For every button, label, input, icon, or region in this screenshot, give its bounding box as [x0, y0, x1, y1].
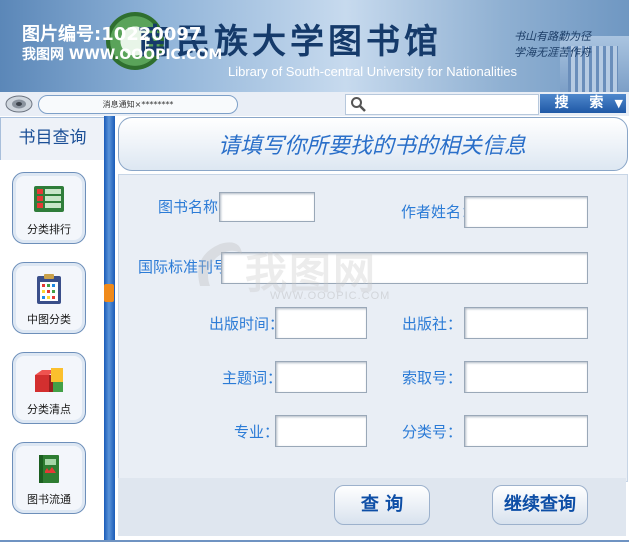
search-input[interactable] — [370, 96, 538, 113]
class-number-input[interactable] — [465, 416, 587, 446]
book-name-input[interactable] — [220, 193, 314, 221]
book-icon — [39, 455, 59, 483]
search-submit-button[interactable]: 查 询 — [334, 485, 430, 525]
header-banner: 南民族大学图书馆 Library of South-central Univer… — [0, 0, 629, 92]
author-input[interactable] — [465, 197, 587, 227]
isbn-input[interactable] — [222, 253, 587, 283]
ranking-list-icon — [34, 186, 64, 212]
divider-stripe — [104, 116, 115, 540]
class-number-label: 分类号： — [402, 423, 463, 441]
speaker-icon — [4, 94, 34, 114]
keyword-input[interactable] — [276, 362, 366, 392]
page-title: 请填写你所要找的书的相关信息 — [217, 134, 526, 159]
publisher-label: 出版社： — [402, 315, 463, 333]
sidebar-item-category-inventory[interactable]: 分类清点 — [12, 352, 86, 424]
bottom-border — [0, 540, 629, 542]
search-box[interactable] — [345, 94, 539, 115]
notice-label: 消息通知 — [102, 100, 135, 109]
motto-line-1: 书山有路勤为径 — [514, 30, 591, 43]
isbn-field[interactable] — [221, 252, 588, 284]
call-number-input[interactable] — [465, 362, 587, 392]
author-field[interactable] — [464, 196, 588, 228]
search-button-label: 搜 索 — [554, 95, 612, 111]
continue-search-button[interactable]: 继续查询 — [492, 485, 588, 525]
keyword-field[interactable] — [275, 361, 367, 393]
pub-date-input[interactable] — [276, 308, 366, 338]
sidebar-item-chinese-classification[interactable]: 中图分类 — [12, 262, 86, 334]
pub-date-label: 出版时间： — [209, 315, 285, 333]
notice-marquee[interactable]: 消息通知×******** — [38, 95, 238, 114]
sidebar-item-category-ranking[interactable]: 分类排行 — [12, 172, 86, 244]
major-field[interactable] — [275, 415, 367, 447]
sidebar-item-label: 图书流通 — [27, 493, 71, 506]
keyword-label: 主题词： — [222, 369, 283, 387]
book-name-field[interactable] — [219, 192, 315, 222]
sidebar-title[interactable]: 书目查询 — [0, 117, 105, 160]
publisher-field[interactable] — [464, 307, 588, 339]
site-watermark: 我图网 WWW.OOOPIC.COM — [22, 47, 223, 63]
sidebar-item-label: 中图分类 — [27, 313, 71, 326]
collapse-handle[interactable] — [104, 284, 114, 302]
call-number-label: 索取号： — [402, 369, 463, 387]
class-number-field[interactable] — [464, 415, 588, 447]
call-number-field[interactable] — [464, 361, 588, 393]
library-subtitle: Library of South-central University for … — [228, 64, 518, 79]
pub-date-field[interactable] — [275, 307, 367, 339]
major-input[interactable] — [276, 416, 366, 446]
boxes-icon — [35, 368, 63, 392]
major-label: 专业： — [234, 423, 280, 441]
sidebar-item-book-circulation[interactable]: 图书流通 — [12, 442, 86, 514]
chevron-down-icon[interactable]: ▼ — [615, 94, 623, 113]
publisher-input[interactable] — [465, 308, 587, 338]
sidebar-item-label: 分类排行 — [27, 223, 71, 236]
clipboard-grid-icon — [37, 274, 61, 304]
search-button[interactable]: 搜 索 ▼ — [540, 94, 626, 113]
motto-line-2: 学海无涯苦作舟 — [514, 46, 591, 59]
sidebar-item-label: 分类清点 — [27, 403, 71, 416]
search-icon — [351, 97, 366, 112]
image-id-watermark: 图片编号:10220097 — [22, 24, 202, 45]
